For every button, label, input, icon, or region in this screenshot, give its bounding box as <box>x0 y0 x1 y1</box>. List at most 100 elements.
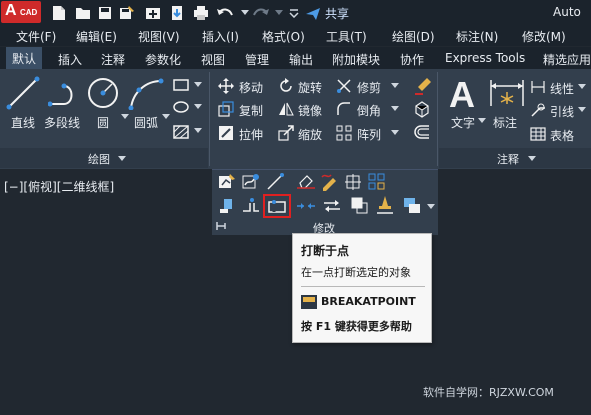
line-tool-icon[interactable] <box>6 76 40 110</box>
text-tool-label[interactable]: 文字 <box>451 114 475 131</box>
copy-label[interactable]: 复制 <box>239 102 263 119</box>
tab-annotate[interactable]: 注释 <box>101 51 125 68</box>
array-label[interactable]: 阵列 <box>357 126 381 143</box>
share-button[interactable]: 共享 <box>305 5 349 22</box>
edit-attribute-icon[interactable] <box>320 173 338 191</box>
dimension-tool-icon[interactable] <box>489 78 525 108</box>
circle-dropdown-icon[interactable] <box>121 114 129 120</box>
copy-nested-objects-icon[interactable] <box>350 196 368 214</box>
tab-default[interactable]: 默认 <box>6 47 43 69</box>
copy-icon[interactable] <box>218 101 234 117</box>
linear-dim-label[interactable]: 线性 <box>550 80 574 97</box>
dimension-tool-label[interactable]: 标注 <box>493 114 517 131</box>
trim-label[interactable]: 修剪 <box>357 79 381 96</box>
app-logo[interactable]: A CAD <box>1 1 41 23</box>
explode-icon[interactable] <box>413 100 431 118</box>
set-basepoint-icon[interactable] <box>344 173 362 191</box>
erase-tool-icon[interactable] <box>296 173 316 191</box>
text-dropdown-icon[interactable] <box>478 118 486 124</box>
stretch-label[interactable]: 拉伸 <box>239 126 263 143</box>
leader-dropdown-icon[interactable] <box>578 107 586 113</box>
reverse-icon[interactable] <box>322 198 342 214</box>
fillet-label[interactable]: 倒角 <box>357 102 381 119</box>
array-icon[interactable] <box>336 125 352 141</box>
save-web-icon[interactable] <box>168 4 186 22</box>
move-icon[interactable] <box>218 78 234 94</box>
rotate-icon[interactable] <box>278 78 294 94</box>
circle-tool-icon[interactable] <box>86 76 120 110</box>
tab-insert[interactable]: 插入 <box>58 51 82 68</box>
circle-tool-label[interactable]: 圆 <box>97 114 109 131</box>
offset-icon[interactable] <box>413 124 431 140</box>
open-web-icon[interactable] <box>144 4 162 22</box>
hatch-tool-icon[interactable] <box>172 100 190 114</box>
linear-dim-icon[interactable] <box>530 79 546 95</box>
table-label[interactable]: 表格 <box>550 127 574 144</box>
menu-tools[interactable]: 工具(T) <box>326 28 367 45</box>
break-icon[interactable] <box>242 197 260 215</box>
arc-tool-label[interactable]: 圆弧 <box>134 114 158 131</box>
rectangle-dropdown-icon[interactable] <box>194 82 202 88</box>
fillet-dropdown-icon[interactable] <box>391 106 399 112</box>
viewport-controls-label[interactable]: [−][俯视][二维线框] <box>4 178 114 195</box>
overkill-icon[interactable] <box>376 195 394 215</box>
save-icon[interactable] <box>96 4 114 22</box>
erase-icon[interactable] <box>413 76 433 96</box>
scale-icon[interactable] <box>278 125 294 141</box>
tab-collaborate[interactable]: 协作 <box>400 51 424 68</box>
line-tool-label[interactable]: 直线 <box>11 114 35 131</box>
trim-icon[interactable] <box>336 78 352 94</box>
tab-manage[interactable]: 管理 <box>245 51 269 68</box>
open-folder-icon[interactable] <box>74 4 92 22</box>
tab-featured-apps[interactable]: 精选应用 <box>543 51 591 68</box>
text-tool-icon[interactable]: A <box>449 74 475 116</box>
draw-panel-expand-icon[interactable] <box>118 156 126 162</box>
menu-dimension[interactable]: 标注(N) <box>456 28 498 45</box>
region-dropdown-icon[interactable] <box>194 128 202 134</box>
tab-parametric[interactable]: 参数化 <box>145 51 181 68</box>
menu-draw[interactable]: 绘图(D) <box>392 28 435 45</box>
mirror-label[interactable]: 镜像 <box>298 102 322 119</box>
print-icon[interactable] <box>192 4 210 22</box>
undo-icon[interactable] <box>216 4 234 22</box>
array-dropdown-icon[interactable] <box>391 130 399 136</box>
leader-label[interactable]: 引线 <box>550 103 574 120</box>
scale-label[interactable]: 缩放 <box>298 126 322 143</box>
polyline-tool-icon[interactable] <box>48 80 82 110</box>
tab-express-tools[interactable]: Express Tools <box>445 51 525 65</box>
tab-view[interactable]: 视图 <box>201 51 225 68</box>
annotation-panel-expand-icon[interactable] <box>528 156 536 162</box>
arc-dropdown-icon[interactable] <box>162 114 170 120</box>
group-icon[interactable] <box>368 173 386 191</box>
table-icon[interactable] <box>530 126 546 142</box>
menu-modify[interactable]: 修改(M) <box>522 28 566 45</box>
redo-icon[interactable] <box>252 4 270 22</box>
new-file-icon[interactable] <box>50 4 68 22</box>
trim-dropdown-icon[interactable] <box>391 83 399 89</box>
menu-edit[interactable]: 编辑(E) <box>76 28 117 45</box>
rotate-label[interactable]: 旋转 <box>298 79 322 96</box>
stretch-icon[interactable] <box>218 125 234 141</box>
linear-dropdown-icon[interactable] <box>578 84 586 90</box>
pin-panel-icon[interactable] <box>216 221 230 231</box>
tab-output[interactable]: 输出 <box>289 51 313 68</box>
hatch-dropdown-icon[interactable] <box>194 104 202 110</box>
save-as-icon[interactable] <box>118 4 136 22</box>
rectangle-tool-icon[interactable] <box>172 78 190 92</box>
customize-quick-access-icon[interactable] <box>285 4 303 22</box>
region-tool-icon[interactable] <box>172 124 190 140</box>
mirror-icon[interactable] <box>278 101 294 117</box>
fillet-icon[interactable] <box>336 101 352 117</box>
lengthen-icon[interactable] <box>266 173 284 191</box>
tab-addins[interactable]: 附加模块 <box>332 51 380 68</box>
align-icon[interactable] <box>218 197 236 215</box>
arc-tool-icon[interactable] <box>128 78 164 110</box>
leader-icon[interactable] <box>530 102 546 118</box>
menu-format[interactable]: 格式(O) <box>262 28 305 45</box>
join-icon[interactable] <box>296 199 316 213</box>
move-label[interactable]: 移动 <box>239 79 263 96</box>
menu-insert[interactable]: 插入(I) <box>202 28 239 45</box>
draw-order-icon[interactable] <box>403 197 423 215</box>
edit-spline-icon[interactable] <box>242 173 260 191</box>
edit-polyline-icon[interactable] <box>218 173 236 191</box>
